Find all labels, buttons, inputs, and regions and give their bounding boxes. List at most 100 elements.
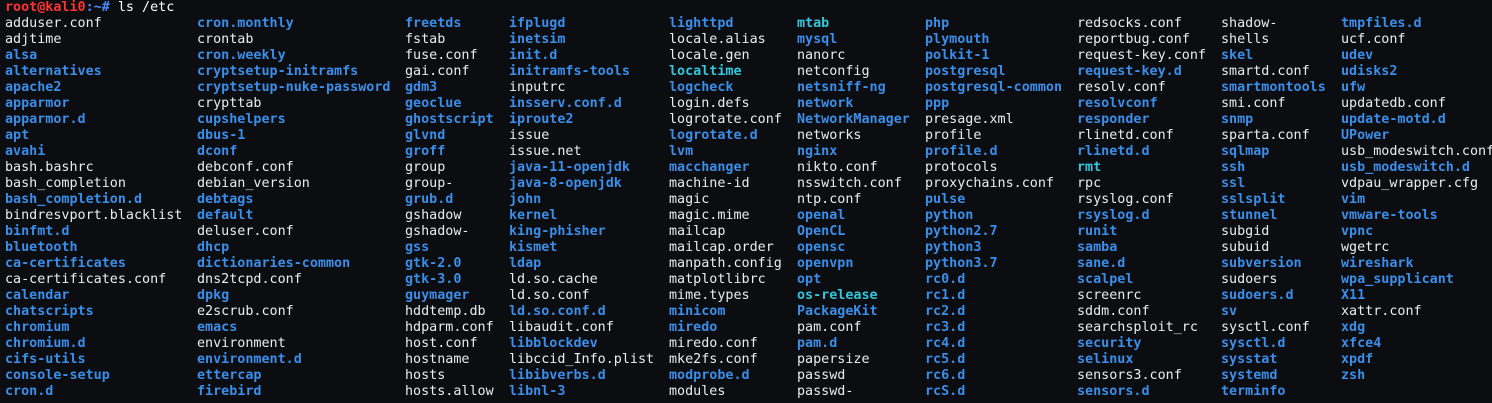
file-entry: nsswitch.conf xyxy=(797,176,902,191)
file-entry: request-key.conf xyxy=(1077,48,1206,63)
directory-entry: rc5.d xyxy=(925,352,966,367)
directory-entry: dpkg xyxy=(197,288,230,303)
directory-entry: nginx xyxy=(797,144,838,159)
symlink-entry: mtab xyxy=(797,16,830,31)
directory-entry: ettercap xyxy=(197,368,262,383)
directory-entry: dhcp xyxy=(197,240,230,255)
file-entry: fuse.conf xyxy=(405,48,478,63)
listing-column: lighttpd locale.alias locale.gen localtime l… xyxy=(669,16,782,400)
file-entry: magic xyxy=(669,192,710,207)
directory-entry: ufw xyxy=(1341,80,1366,95)
file-entry: shadow- xyxy=(1221,16,1278,31)
file-entry: adjtime xyxy=(5,32,62,47)
file-entry: logrotate.conf xyxy=(669,112,782,127)
directory-entry: runit xyxy=(1077,224,1118,239)
directory-entry: java-8-openjdk xyxy=(509,176,622,191)
directory-entry: selinux xyxy=(1077,352,1134,367)
file-entry: rlinetd.conf xyxy=(1077,128,1174,143)
file-entry: ntp.conf xyxy=(797,192,862,207)
file-entry: ld.so.cache xyxy=(509,272,598,287)
directory-entry: libblockdev xyxy=(509,336,598,351)
directory-entry: cryptsetup-initramfs xyxy=(197,64,359,79)
file-entry: shells xyxy=(1221,32,1270,47)
directory-entry: java-11-openjdk xyxy=(509,160,630,175)
directory-entry: apache2 xyxy=(5,80,62,95)
directory-entry: xdg xyxy=(1341,320,1366,335)
directory-entry: rcS.d xyxy=(925,384,966,399)
file-entry: debian_version xyxy=(197,176,310,191)
file-entry: hostname xyxy=(405,352,470,367)
directory-entry: UPower xyxy=(1341,128,1390,143)
listing-column: php plymouth polkit-1 postgresql postgresql-… xyxy=(925,16,1062,400)
file-entry: reportbug.conf xyxy=(1077,32,1190,47)
directory-entry: logcheck xyxy=(669,80,734,95)
directory-entry: mysql xyxy=(797,32,838,47)
directory-entry: john xyxy=(509,192,542,207)
directory-entry: tmpfiles.d xyxy=(1341,16,1422,31)
file-entry: xattr.conf xyxy=(1341,304,1422,319)
directory-entry: xfce4 xyxy=(1341,336,1382,351)
directory-entry: udev xyxy=(1341,48,1374,63)
file-entry: nikto.conf xyxy=(797,160,878,175)
directory-entry: security xyxy=(1077,336,1142,351)
directory-entry: rc2.d xyxy=(925,304,966,319)
directory-entry: glvnd xyxy=(405,128,446,143)
directory-entry: sv xyxy=(1221,304,1238,319)
file-entry: matplotlibrc xyxy=(669,272,766,287)
file-entry: smi.conf xyxy=(1221,96,1286,111)
directory-entry: stunnel xyxy=(1221,208,1278,223)
prompt-symbol: # xyxy=(101,0,110,15)
directory-entry: firebird xyxy=(197,384,262,399)
directory-entry: default xyxy=(197,208,254,223)
directory-entry: skel xyxy=(1221,48,1254,63)
directory-entry: gdm3 xyxy=(405,80,438,95)
directory-entry: X11 xyxy=(1341,288,1366,303)
file-entry: bash_completion xyxy=(5,176,126,191)
file-entry: locale.alias xyxy=(669,32,766,47)
prompt-command: ls /etc xyxy=(109,0,175,15)
directory-entry: chromium.d xyxy=(5,336,86,351)
directory-entry: binfmt.d xyxy=(5,224,70,239)
listing-column: ifplugd inetsim init.d initramfs-tools input… xyxy=(509,16,654,400)
directory-entry: php xyxy=(925,16,950,31)
file-entry: mime.types xyxy=(669,288,750,303)
directory-entry: rlinetd.d xyxy=(1077,144,1150,159)
directory-entry: kismet xyxy=(509,240,558,255)
directory-entry: openvpn xyxy=(797,256,854,271)
directory-entry: rc6.d xyxy=(925,368,966,383)
directory-entry: cryptsetup-nuke-password xyxy=(197,80,391,95)
directory-entry: cupshelpers xyxy=(197,112,286,127)
directory-entry: dictionaries-common xyxy=(197,256,351,271)
directory-entry: sqlmap xyxy=(1221,144,1270,159)
file-entry: subuid xyxy=(1221,240,1270,255)
directory-entry: sysstat xyxy=(1221,352,1278,367)
directory-entry: apt xyxy=(5,128,30,143)
directory-entry: systemd xyxy=(1221,368,1278,383)
file-entry: resolv.conf xyxy=(1077,80,1166,95)
file-entry: vdpau_wrapper.cfg xyxy=(1341,176,1479,191)
directory-entry: resolvconf xyxy=(1077,96,1158,111)
command-prompt-line: root@kali0:~# ls /etc xyxy=(5,0,174,16)
directory-entry: environment.d xyxy=(197,352,302,367)
directory-entry: ifplugd xyxy=(509,16,566,31)
directory-entry: cron.weekly xyxy=(197,48,286,63)
file-entry: sudoers xyxy=(1221,272,1278,287)
directory-entry: sysctl.d xyxy=(1221,336,1286,351)
file-entry: pam.conf xyxy=(797,320,862,335)
directory-entry: libibverbs.d xyxy=(509,368,606,383)
file-entry: crontab xyxy=(197,32,254,47)
directory-entry: grub.d xyxy=(405,192,454,207)
terminal-window[interactable]: root@kali0:~# ls /etc adduser.conf adjtim… xyxy=(0,0,1492,403)
directory-entry: plymouth xyxy=(925,32,990,47)
listing-column: redsocks.conf reportbug.conf request-key.c… xyxy=(1077,16,1206,400)
directory-entry: insserv.conf.d xyxy=(509,96,622,111)
file-entry: host.conf xyxy=(405,336,478,351)
file-entry: networks xyxy=(797,128,862,143)
directory-entry: wireshark xyxy=(1341,256,1414,271)
directory-entry: rsyslog.d xyxy=(1077,208,1150,223)
directory-entry: bash_completion.d xyxy=(5,192,143,207)
symlink-entry: localtime xyxy=(669,64,742,79)
directory-entry: apparmor xyxy=(5,96,70,111)
directory-entry: vim xyxy=(1341,192,1366,207)
file-entry: locale.gen xyxy=(669,48,750,63)
